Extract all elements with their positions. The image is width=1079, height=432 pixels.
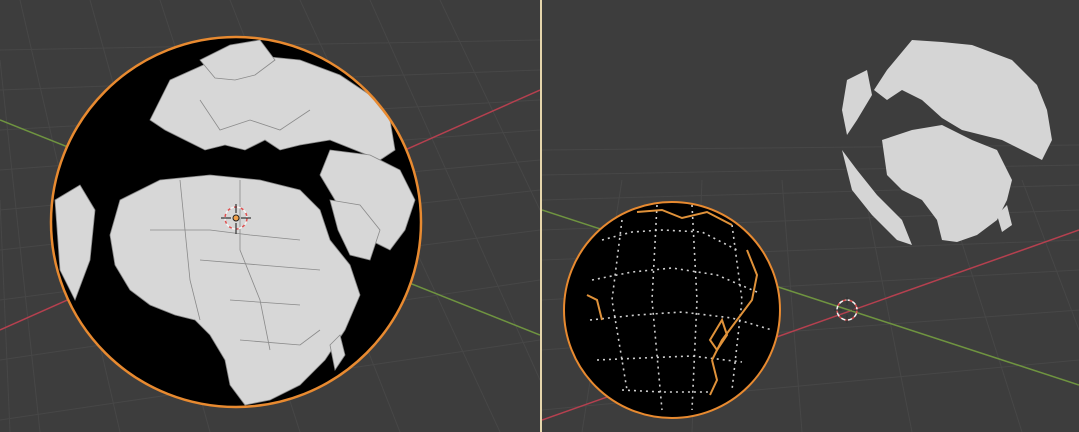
viewport-canvas-right[interactable] bbox=[542, 0, 1079, 432]
viewport-canvas-left[interactable] bbox=[0, 0, 540, 432]
3d-viewport-left[interactable] bbox=[0, 0, 540, 432]
3d-viewport-right[interactable] bbox=[542, 0, 1079, 432]
earth-sphere[interactable] bbox=[49, 35, 423, 409]
viewport-area bbox=[0, 0, 1079, 432]
origin-point-icon bbox=[232, 214, 240, 222]
earth-sphere-selected-wireframe[interactable] bbox=[563, 201, 781, 419]
